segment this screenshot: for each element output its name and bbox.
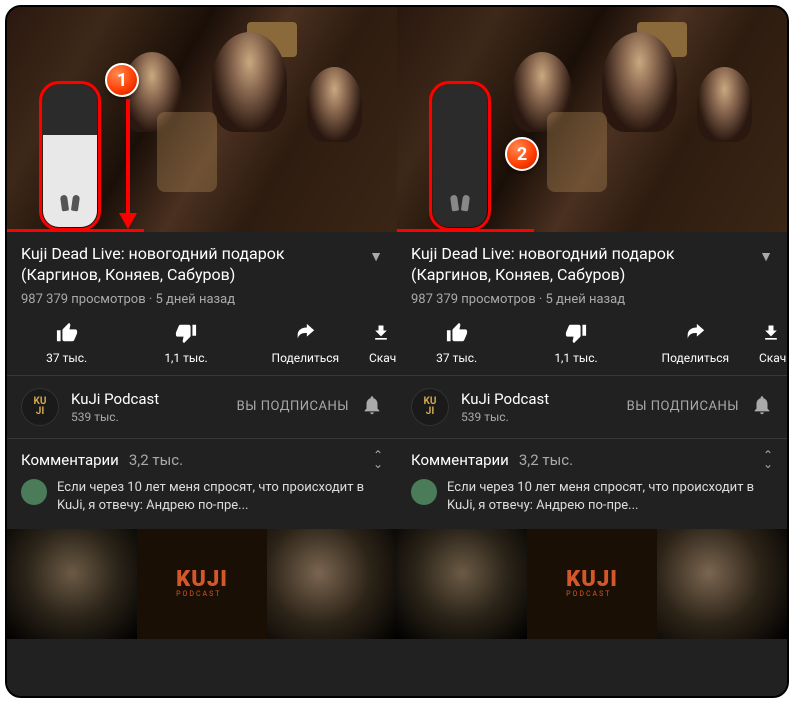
chevron-down-icon: ▼ xyxy=(369,244,383,265)
channel-row[interactable]: KU JI KuJi Podcast 539 тыс. ВЫ ПОДПИСАНЫ xyxy=(397,376,787,439)
volume-slider[interactable] xyxy=(433,85,487,227)
video-details: Kuji Dead Live: новогодний подарок (Карг… xyxy=(397,232,787,696)
video-content xyxy=(212,32,287,132)
suggested-thumbnail[interactable]: KUJI PODCAST xyxy=(527,529,657,639)
download-icon xyxy=(369,321,393,345)
logo-text: KUJI xyxy=(176,570,228,590)
annotation-arrow-down xyxy=(115,99,141,229)
suggested-thumbnail[interactable] xyxy=(267,529,397,639)
channel-subs: 539 тыс. xyxy=(71,410,225,424)
like-button[interactable]: 37 тыс. xyxy=(7,321,126,365)
expand-collapse-icon: ⌃⌄ xyxy=(373,451,383,468)
logo-text: KUJI xyxy=(566,570,618,590)
video-meta: 987 379 просмотров · 5 дней назад xyxy=(397,290,787,315)
comment-text: Если через 10 лет меня спросят, что прои… xyxy=(57,479,383,515)
video-content xyxy=(307,67,362,142)
comments-count: 3,2 тыс. xyxy=(519,451,573,469)
bell-icon[interactable] xyxy=(361,394,383,420)
suggested-thumbnail[interactable] xyxy=(657,529,787,639)
video-title: Kuji Dead Live: новогодний подарок (Карг… xyxy=(411,244,751,286)
comments-label: Комментарии xyxy=(21,451,119,469)
phone-left: 1 Kuji Dead Live: новогодний подарок (Ка… xyxy=(7,7,397,696)
logo-subtext: PODCAST xyxy=(176,590,228,598)
download-label: Скач xyxy=(369,351,396,365)
channel-avatar[interactable]: KU JI xyxy=(411,388,449,426)
subscribed-label[interactable]: ВЫ ПОДПИСАНЫ xyxy=(627,399,739,414)
channel-row[interactable]: KU JI KuJi Podcast 539 тыс. ВЫ ПОДПИСАНЫ xyxy=(7,376,397,439)
video-content xyxy=(697,67,752,142)
title-row[interactable]: Kuji Dead Live: новогодний подарок (Карг… xyxy=(7,232,397,290)
video-player[interactable] xyxy=(7,7,397,232)
share-icon xyxy=(293,321,317,345)
action-bar: 37 тыс. 1,1 тыс. Поделиться xyxy=(7,315,397,376)
video-progress-bar[interactable] xyxy=(7,229,144,232)
comments-label: Комментарии xyxy=(411,451,509,469)
share-button[interactable]: Поделиться xyxy=(246,321,365,365)
share-icon xyxy=(683,321,707,345)
suggested-thumbnail[interactable] xyxy=(7,529,137,639)
phone-right: 2 Kuji Dead Live: новогодний подарок (Ка… xyxy=(397,7,787,696)
download-button[interactable]: Скач xyxy=(755,321,787,365)
comment-preview[interactable]: Если через 10 лет меня спросят, что прои… xyxy=(7,475,397,529)
volume-fill xyxy=(43,135,97,227)
share-label: Поделиться xyxy=(272,351,340,365)
commenter-avatar xyxy=(411,479,437,505)
channel-name: KuJi Podcast xyxy=(461,390,615,408)
suggested-videos: KUJI PODCAST xyxy=(397,529,787,639)
video-progress-bar[interactable] xyxy=(397,229,534,232)
suggested-thumbnail[interactable] xyxy=(397,529,527,639)
bell-icon[interactable] xyxy=(751,394,773,420)
thumbs-down-icon xyxy=(564,321,588,345)
dislike-button[interactable]: 1,1 тыс. xyxy=(126,321,245,365)
chevron-down-icon: ▼ xyxy=(759,244,773,265)
comment-text: Если через 10 лет меня спросят, что прои… xyxy=(447,479,773,515)
thumbs-up-icon xyxy=(445,321,469,345)
annotation-badge-2: 2 xyxy=(505,137,539,171)
annotation-badge-1: 1 xyxy=(105,63,139,97)
comment-preview[interactable]: Если через 10 лет меня спросят, что прои… xyxy=(397,475,787,529)
comparison-frame: 1 Kuji Dead Live: новогодний подарок (Ка… xyxy=(5,5,789,698)
channel-info: KuJi Podcast 539 тыс. xyxy=(71,390,225,424)
download-label: Скач xyxy=(759,351,786,365)
video-content xyxy=(512,52,572,132)
volume-fill xyxy=(433,193,487,227)
share-label: Поделиться xyxy=(662,351,730,365)
thumbs-up-icon xyxy=(55,321,79,345)
video-title: Kuji Dead Live: новогодний подарок (Карг… xyxy=(21,244,361,286)
channel-info: KuJi Podcast 539 тыс. xyxy=(461,390,615,424)
thumbs-down-icon xyxy=(174,321,198,345)
badge-number: 1 xyxy=(117,70,127,91)
channel-subs: 539 тыс. xyxy=(461,410,615,424)
subscribed-label[interactable]: ВЫ ПОДПИСАНЫ xyxy=(237,399,349,414)
download-icon xyxy=(759,321,783,345)
badge-number: 2 xyxy=(517,144,527,165)
video-content xyxy=(602,32,677,132)
logo-subtext: PODCAST xyxy=(566,590,618,598)
download-button[interactable]: Скач xyxy=(365,321,397,365)
comments-header[interactable]: Комментарии 3,2 тыс. ⌃⌄ xyxy=(7,439,397,475)
suggested-videos: KUJI PODCAST xyxy=(7,529,397,639)
like-count: 37 тыс. xyxy=(436,351,477,365)
airpods-icon xyxy=(59,193,81,215)
channel-name: KuJi Podcast xyxy=(71,390,225,408)
title-row[interactable]: Kuji Dead Live: новогодний подарок (Карг… xyxy=(397,232,787,290)
like-button[interactable]: 37 тыс. xyxy=(397,321,516,365)
channel-avatar[interactable]: KU JI xyxy=(21,388,59,426)
action-bar: 37 тыс. 1,1 тыс. Поделиться xyxy=(397,315,787,376)
dislike-button[interactable]: 1,1 тыс. xyxy=(516,321,635,365)
dislike-count: 1,1 тыс. xyxy=(164,351,207,365)
commenter-avatar xyxy=(21,479,47,505)
comments-header[interactable]: Комментарии 3,2 тыс. ⌃⌄ xyxy=(397,439,787,475)
video-player[interactable] xyxy=(397,7,787,232)
video-details: Kuji Dead Live: новогодний подарок (Карг… xyxy=(7,232,397,696)
comments-count: 3,2 тыс. xyxy=(129,451,183,469)
volume-slider[interactable] xyxy=(43,85,97,227)
suggested-thumbnail[interactable]: KUJI PODCAST xyxy=(137,529,267,639)
like-count: 37 тыс. xyxy=(46,351,87,365)
expand-collapse-icon: ⌃⌄ xyxy=(763,451,773,468)
share-button[interactable]: Поделиться xyxy=(636,321,755,365)
video-meta: 987 379 просмотров · 5 дней назад xyxy=(7,290,397,315)
airpods-icon xyxy=(449,193,471,215)
dislike-count: 1,1 тыс. xyxy=(554,351,597,365)
